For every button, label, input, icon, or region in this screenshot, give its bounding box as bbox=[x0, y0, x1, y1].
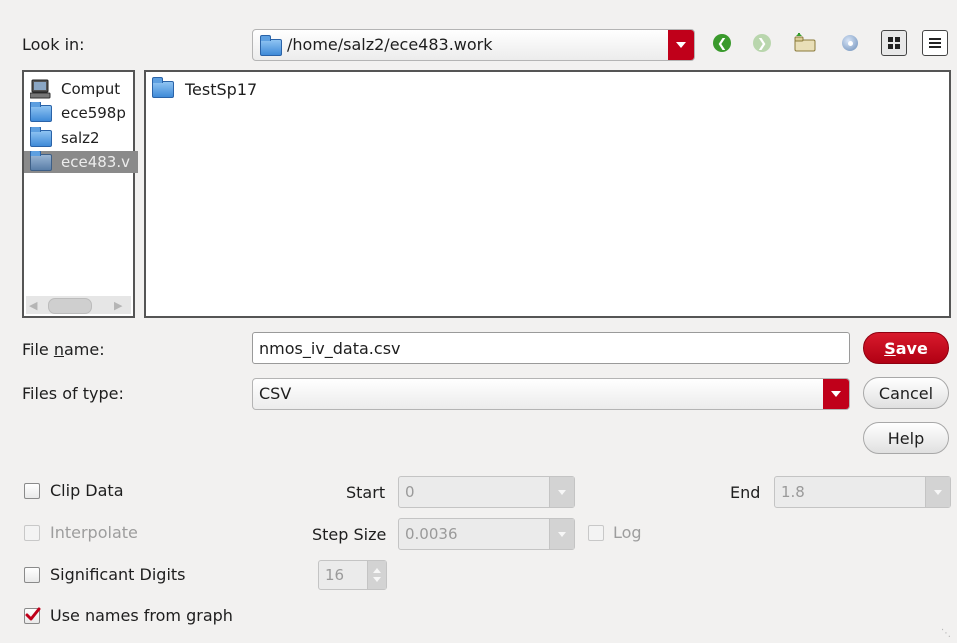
step-size-combo: 0.0036 bbox=[398, 518, 575, 550]
checkmark-icon bbox=[25, 607, 41, 621]
end-value: 1.8 bbox=[781, 483, 805, 501]
log-checkbox bbox=[588, 525, 604, 541]
help-button[interactable]: Help bbox=[863, 422, 949, 454]
save-button[interactable]: Save bbox=[863, 332, 949, 364]
sidebar-item-label: salz2 bbox=[61, 129, 100, 147]
clip-data-checkbox[interactable] bbox=[24, 483, 40, 499]
log-label: Log bbox=[613, 523, 642, 542]
sidebar-item-ece598p[interactable]: ece598p bbox=[30, 102, 134, 124]
sidebar-item-label: ece598p bbox=[61, 104, 126, 122]
parent-folder-icon bbox=[794, 33, 816, 52]
sidebar-item-label: Comput bbox=[61, 80, 121, 98]
look-in-path: /home/salz2/ece483.work bbox=[287, 35, 493, 54]
details-view-button[interactable] bbox=[922, 30, 948, 56]
use-names-label: Use names from graph bbox=[50, 606, 233, 625]
start-label: Start bbox=[346, 483, 386, 502]
interpolate-checkbox bbox=[24, 525, 40, 541]
significant-digits-value: 16 bbox=[325, 566, 345, 584]
file-type-label: Files of type: bbox=[22, 384, 124, 403]
back-button[interactable]: ❮ bbox=[709, 30, 735, 56]
chevron-down-icon bbox=[925, 477, 950, 507]
forward-button[interactable]: ❯ bbox=[749, 30, 775, 56]
start-combo: 0 bbox=[398, 476, 575, 508]
spin-down-icon bbox=[373, 577, 381, 582]
start-value: 0 bbox=[405, 483, 415, 501]
file-name-field[interactable]: nmos_iv_data.csv bbox=[252, 332, 850, 364]
sidebar-item-ece483[interactable]: ece483.v bbox=[24, 151, 138, 173]
step-size-value: 0.0036 bbox=[405, 525, 458, 543]
step-size-label: Step Size bbox=[312, 525, 387, 544]
folder-icon bbox=[30, 151, 52, 171]
list-view-icon bbox=[888, 37, 900, 49]
save-label: ave bbox=[895, 338, 928, 358]
sidebar-item-computer[interactable]: Comput bbox=[30, 78, 134, 100]
cancel-button[interactable]: Cancel bbox=[863, 377, 949, 409]
back-arrow-icon: ❮ bbox=[713, 34, 731, 52]
scrollbar-thumb[interactable] bbox=[48, 298, 92, 314]
sidebar-places[interactable]: Comput ece598p salz2 ece483.v ◀ ▶ bbox=[22, 70, 138, 318]
save-mnemonic: S bbox=[884, 338, 896, 358]
look-in-combo[interactable]: /home/salz2/ece483.work bbox=[252, 29, 695, 61]
end-label: End bbox=[730, 483, 761, 502]
sidebar-item-label: ece483.v bbox=[61, 153, 130, 171]
chevron-down-icon[interactable] bbox=[668, 30, 694, 60]
use-names-checkbox[interactable] bbox=[24, 607, 41, 624]
file-type-combo[interactable]: CSV bbox=[252, 378, 850, 410]
resize-grip-icon[interactable]: ⋱ bbox=[941, 628, 951, 639]
look-in-label: Look in: bbox=[22, 35, 85, 54]
sidebar-scrollbar[interactable]: ◀ ▶ bbox=[26, 296, 131, 314]
spinner-arrows-icon bbox=[367, 561, 386, 589]
file-name-label-text: File bbox=[22, 340, 54, 359]
scroll-right-icon[interactable]: ▶ bbox=[114, 299, 122, 312]
new-folder-icon bbox=[842, 35, 858, 51]
file-item-label: TestSp17 bbox=[185, 79, 258, 99]
parent-folder-button[interactable] bbox=[792, 30, 818, 56]
file-name-value: nmos_iv_data.csv bbox=[259, 338, 401, 358]
file-name-label-text-end: ame: bbox=[64, 340, 105, 359]
clip-data-label: Clip Data bbox=[50, 481, 124, 500]
list-item[interactable]: TestSp17 bbox=[152, 76, 258, 100]
significant-digits-checkbox[interactable] bbox=[24, 567, 40, 583]
computer-icon bbox=[30, 79, 51, 99]
file-list[interactable]: TestSp17 bbox=[144, 70, 951, 318]
folder-icon bbox=[30, 102, 52, 122]
new-folder-button[interactable] bbox=[837, 30, 863, 56]
list-view-button[interactable] bbox=[881, 30, 907, 56]
file-name-label: File name: bbox=[22, 340, 105, 359]
details-view-icon bbox=[929, 38, 941, 48]
end-combo: 1.8 bbox=[774, 476, 951, 508]
spin-up-icon bbox=[373, 568, 381, 573]
significant-digits-label: Significant Digits bbox=[50, 565, 186, 584]
folder-icon bbox=[30, 127, 52, 147]
folder-icon bbox=[152, 76, 174, 98]
significant-digits-spinner: 16 bbox=[318, 560, 387, 590]
sidebar-item-salz2[interactable]: salz2 bbox=[30, 127, 134, 149]
chevron-down-icon[interactable] bbox=[823, 379, 849, 409]
forward-arrow-icon: ❯ bbox=[753, 34, 771, 52]
file-type-value: CSV bbox=[259, 384, 292, 403]
file-name-mnemonic: n bbox=[53, 340, 64, 359]
scroll-left-icon[interactable]: ◀ bbox=[29, 299, 37, 312]
chevron-down-icon bbox=[549, 477, 574, 507]
save-dialog: Look in: /home/salz2/ece483.work ❮ ❯ Com… bbox=[0, 0, 957, 643]
interpolate-label: Interpolate bbox=[50, 523, 138, 542]
folder-icon bbox=[260, 35, 282, 56]
chevron-down-icon bbox=[549, 519, 574, 549]
